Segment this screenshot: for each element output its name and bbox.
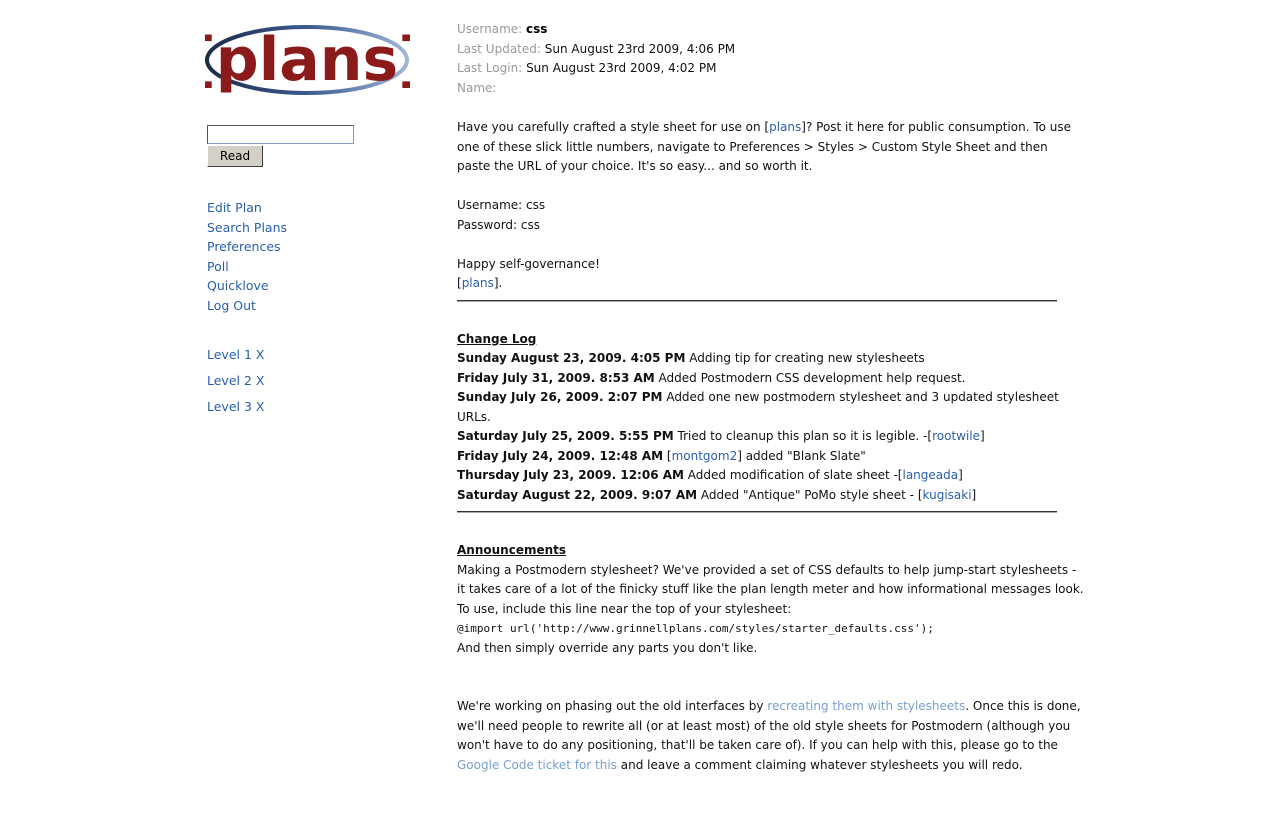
username-label: Username: [457, 22, 523, 36]
announcement-text: won't have to do any positioning, that'l… [457, 738, 1058, 752]
level-2-link[interactable]: Level 2 X [207, 372, 264, 398]
google-code-ticket-link[interactable]: Google Code ticket for this [457, 758, 617, 772]
announcement-text: we'll need people to rewrite all (or at … [457, 718, 1071, 733]
entry-text: Added Postmodern CSS development help re… [654, 370, 966, 385]
changelog-entry: Thursday July 23, 2009. 12:06 AM Added m… [457, 466, 1057, 486]
intro-text: one of these slick little numbers, navig… [457, 139, 1048, 154]
intro-paragraph: Have you carefully crafted a style sheet… [457, 118, 1071, 294]
nav-poll[interactable]: Poll [207, 257, 287, 277]
nav-quicklove[interactable]: Quicklove [207, 276, 287, 296]
nav-preferences[interactable]: Preferences [207, 237, 287, 257]
changelog-entry: Sunday July 26, 2009. 2:07 PM Added one … [457, 388, 1059, 427]
plan-content: Username: css Last Updated: Sun August 2… [457, 20, 1084, 775]
logo-graphic: [plans] [205, 25, 410, 95]
nav-log-out[interactable]: Log Out [207, 296, 287, 316]
autoread-levels: Level 1 X Level 2 X Level 3 X [207, 346, 264, 424]
user-info: Username: css Last Updated: Sun August 2… [457, 20, 1057, 98]
entry-text: ] added "Blank Slate" [737, 448, 866, 463]
recreating-stylesheets-link[interactable]: recreating them with stylesheets [767, 699, 965, 713]
import-code-snippet: @import url('http://www.grinnellplans.co… [457, 622, 934, 635]
announcements-title: Announcements [457, 543, 567, 557]
intro-text: paste the URL of your choice. It's so ea… [457, 159, 813, 173]
entry-date: Sunday August 23, 2009. 4:05 PM [457, 351, 686, 365]
last-updated-value: Sun August 23rd 2009, 4:06 PM [544, 41, 736, 56]
entry-date: Thursday July 23, 2009. 12:06 AM [457, 468, 684, 482]
entry-date: Saturday August 22, 2009. 9:07 AM [457, 487, 698, 502]
changelog-entry: Sunday August 23, 2009. 4:05 PM Adding t… [457, 349, 1057, 369]
announcement-text: We're working on phasing out the old int… [457, 699, 768, 713]
plans-signature-link[interactable]: plans [462, 276, 494, 290]
entry-text: Tried to cleanup this plan so it is legi… [673, 429, 933, 443]
user-link-kugisaki[interactable]: kugisaki [923, 488, 972, 502]
level-3-link[interactable]: Level 3 X [207, 398, 264, 424]
announcement-text: To use, include this line near the top o… [457, 601, 792, 616]
changelog-entry: Saturday July 25, 2009. 5:55 PM Tried to… [457, 427, 1057, 447]
intro-text: Have you carefully crafted a style sheet… [457, 120, 770, 134]
credentials-username: Username: css [457, 198, 546, 212]
signature-text: ]. [493, 276, 503, 290]
entry-text: ] [980, 429, 985, 443]
level-1-link[interactable]: Level 1 X [207, 346, 264, 372]
last-login-label: Last Login: [457, 61, 523, 75]
entry-date: Saturday July 25, 2009. 5:55 PM [457, 429, 674, 443]
nav-edit-plan[interactable]: Edit Plan [207, 198, 287, 218]
announcement-text: . Once this is done, [965, 699, 1081, 713]
entry-text: URLs. [457, 409, 491, 424]
plans-link[interactable]: plans [769, 120, 801, 134]
entry-text: Added modification of slate sheet -[ [683, 468, 903, 482]
changelog-entry: Saturday August 22, 2009. 9:07 AM Added … [457, 486, 1057, 506]
announcement-text: it takes care of a lot of the finicky st… [457, 582, 1084, 596]
announcements: Announcements Making a Postmodern styles… [457, 541, 1084, 775]
user-link-langeada[interactable]: langeada [902, 468, 958, 482]
last-login-value: Sun August 23rd 2009, 4:02 PM [526, 61, 717, 75]
change-log-title: Change Log [457, 331, 537, 346]
user-link-rootwile[interactable]: rootwile [932, 429, 980, 443]
entry-date: Sunday July 26, 2009. 2:07 PM [457, 390, 663, 404]
credentials-password: Password: css [457, 217, 541, 232]
announcement-text: And then simply override any parts you d… [457, 640, 758, 655]
sidebar-nav: Edit Plan Search Plans Preferences Poll … [207, 198, 287, 315]
closing-text: Happy self-governance! [457, 256, 600, 271]
read-plan-input[interactable] [207, 125, 354, 144]
entry-date: Friday July 24, 2009. 12:48 AM [457, 448, 664, 463]
name-label: Name: [457, 80, 497, 95]
entry-text: ] [971, 487, 977, 502]
announcement-text: and leave a comment claiming whatever st… [616, 757, 1023, 772]
entry-text: ] [958, 468, 963, 482]
last-updated-label: Last Updated: [457, 41, 541, 56]
entry-date: Friday July 31, 2009. 8:53 AM [457, 370, 655, 385]
entry-text: [ [663, 448, 672, 463]
entry-text: Added one new postmodern stylesheet and … [662, 390, 1059, 404]
intro-text: ]? Post it here for public consumption. … [801, 120, 1072, 134]
nav-search-plans[interactable]: Search Plans [207, 218, 287, 238]
entry-text: Adding tip for creating new stylesheets [685, 351, 925, 365]
logo-text: [plans] [205, 25, 410, 95]
changelog-entry: Friday July 31, 2009. 8:53 AM Added Post… [457, 369, 1057, 389]
user-link-montgom2[interactable]: montgom2 [672, 449, 738, 463]
change-log: Change Log Sunday August 23, 2009. 4:05 … [457, 330, 1059, 506]
username-value: css [526, 22, 548, 36]
changelog-entry: Friday July 24, 2009. 12:48 AM [montgom2… [457, 447, 1057, 467]
plans-logo[interactable]: [plans] [205, 16, 410, 100]
entry-text: Added "Antique" PoMo style sheet - [ [697, 487, 923, 502]
announcement-text: Making a Postmodern stylesheet? We've pr… [457, 562, 1077, 577]
read-button[interactable]: Read [207, 145, 263, 167]
